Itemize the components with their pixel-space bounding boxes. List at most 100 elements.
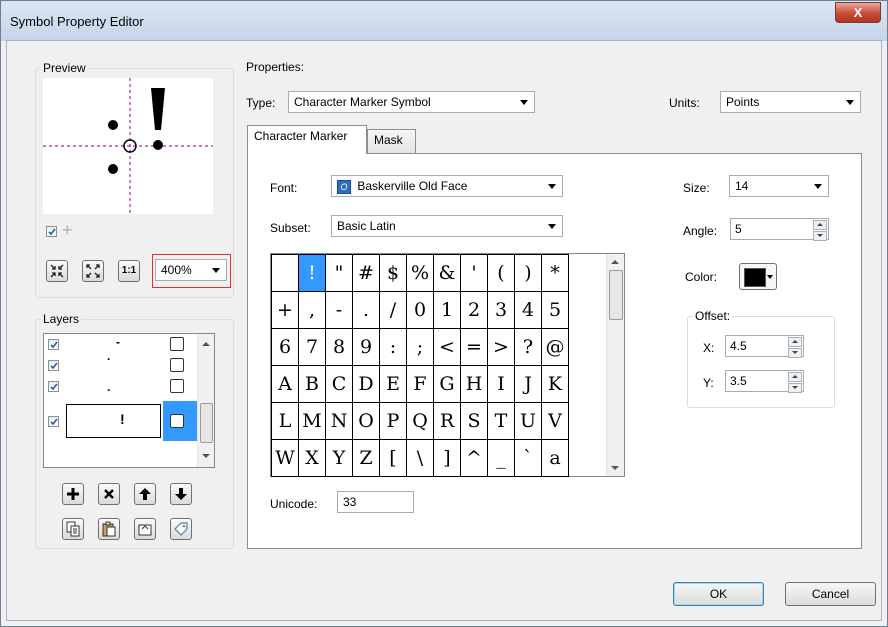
spin-up-button[interactable] (788, 372, 802, 382)
lock-icon[interactable] (170, 414, 184, 428)
character-cell[interactable]: ] (433, 439, 461, 477)
ok-button[interactable]: OK (673, 582, 764, 606)
character-cell[interactable]: C (325, 365, 353, 403)
character-cell[interactable]: @ (541, 328, 569, 366)
lock-icon[interactable] (170, 337, 184, 351)
character-cell[interactable]: 2 (460, 291, 488, 329)
character-cell[interactable]: . (352, 291, 380, 329)
tab-mask[interactable]: Mask (367, 129, 416, 153)
angle-spinner[interactable]: 5 (730, 218, 829, 241)
close-button[interactable]: X (835, 2, 881, 23)
character-cell[interactable]: $ (379, 254, 407, 292)
x-offset-spinner[interactable]: 4.5 (725, 335, 804, 358)
character-cell[interactable]: [ (379, 439, 407, 477)
character-cell[interactable]: O (352, 402, 380, 440)
character-table[interactable]: ! " # $% & '() * +, -./0 1 2 3 4 5 6 7 8 9:; < = >? @ A B C D E F G H… (271, 254, 569, 477)
layer-visibility-checkbox[interactable] (48, 381, 59, 392)
character-cell[interactable]: 1 (433, 291, 461, 329)
character-cell[interactable]: / (379, 291, 407, 329)
scroll-down-icon[interactable] (202, 454, 210, 458)
character-cell[interactable]: V (541, 402, 569, 440)
character-cell[interactable]: W (271, 439, 299, 477)
character-cell[interactable]: J (514, 365, 542, 403)
character-cell[interactable]: % (406, 254, 434, 292)
character-cell[interactable]: \ (406, 439, 434, 477)
character-cell[interactable]: H (460, 365, 488, 403)
expand-button[interactable] (82, 260, 104, 282)
character-cell[interactable]: ) (514, 254, 542, 292)
character-cell[interactable]: _ (487, 439, 515, 477)
tag-layer-button[interactable] (170, 518, 192, 540)
character-cell[interactable]: < (433, 328, 461, 366)
spin-down-button[interactable] (788, 383, 802, 393)
color-picker-button[interactable] (739, 263, 777, 290)
actual-size-button[interactable]: 1:1 (118, 260, 140, 282)
character-cell[interactable]: + (271, 291, 299, 329)
character-cell[interactable] (271, 254, 299, 292)
character-cell[interactable]: Y (325, 439, 353, 477)
copy-layer-button[interactable] (62, 518, 84, 540)
unicode-field[interactable]: 33 (337, 491, 414, 513)
character-cell[interactable]: & (433, 254, 461, 292)
type-select[interactable]: Character Marker Symbol (288, 91, 535, 113)
character-cell[interactable]: , (298, 291, 326, 329)
add-layer-button[interactable] (62, 483, 84, 505)
character-cell[interactable]: 3 (487, 291, 515, 329)
character-cell[interactable]: P (379, 402, 407, 440)
character-cell[interactable]: > (487, 328, 515, 366)
character-cell[interactable]: F (406, 365, 434, 403)
character-cell[interactable]: N (325, 402, 353, 440)
move-layer-up-button[interactable] (134, 483, 156, 505)
character-cell[interactable]: I (487, 365, 515, 403)
lock-icon[interactable] (170, 358, 184, 372)
layers-list[interactable]: - · . ! (43, 333, 215, 468)
character-cell[interactable]: ? (514, 328, 542, 366)
units-select[interactable]: Points (720, 91, 861, 113)
layer-visibility-checkbox[interactable] (48, 416, 59, 427)
spin-down-button[interactable] (788, 348, 802, 358)
preview-checkbox[interactable] (46, 226, 57, 237)
restore-layer-button[interactable] (134, 518, 156, 540)
character-cell[interactable]: ^ (460, 439, 488, 477)
layer-row-selected[interactable]: ! (44, 401, 198, 441)
scrollbar-thumb[interactable] (609, 270, 623, 320)
subset-select[interactable]: Basic Latin (331, 215, 563, 237)
character-cell[interactable]: 4 (514, 291, 542, 329)
character-cell[interactable]: 8 (325, 328, 353, 366)
crosshair-icon[interactable]: + (62, 220, 73, 241)
character-cell[interactable]: E (379, 365, 407, 403)
character-cell[interactable]: 5 (541, 291, 569, 329)
character-cell[interactable]: 7 (298, 328, 326, 366)
layer-row[interactable]: - (44, 334, 198, 355)
character-cell[interactable]: * (541, 254, 569, 292)
move-layer-down-button[interactable] (170, 483, 192, 505)
character-cell[interactable]: S (460, 402, 488, 440)
scroll-up-icon[interactable] (202, 342, 210, 346)
character-cell[interactable]: " (325, 254, 353, 292)
character-cell[interactable]: ; (406, 328, 434, 366)
character-cell[interactable]: K (541, 365, 569, 403)
fit-extent-button[interactable] (46, 260, 68, 282)
character-cell[interactable]: A (271, 365, 299, 403)
remove-layer-button[interactable] (98, 483, 120, 505)
layer-row[interactable]: . (44, 376, 198, 397)
character-cell[interactable]: : (379, 328, 407, 366)
character-cell[interactable]: 0 (406, 291, 434, 329)
character-cell[interactable]: T (487, 402, 515, 440)
character-cell[interactable]: = (460, 328, 488, 366)
character-cell[interactable]: Z (352, 439, 380, 477)
spin-up-button[interactable] (813, 220, 827, 230)
character-cell[interactable]: 9 (352, 328, 380, 366)
size-select[interactable]: 14 (729, 175, 829, 197)
character-cell[interactable]: R (433, 402, 461, 440)
layer-row[interactable]: · (44, 352, 198, 376)
paste-layer-button[interactable] (98, 518, 120, 540)
cancel-button[interactable]: Cancel (785, 582, 876, 606)
character-grid[interactable]: ! " # $% & '() * +, -./0 1 2 3 4 5 6 7 8 9:; < = >? @ A B C D E F G H… (270, 253, 625, 477)
character-grid-scrollbar[interactable] (606, 254, 624, 476)
character-cell[interactable]: ! (298, 254, 326, 292)
character-cell[interactable]: ( (487, 254, 515, 292)
spin-down-button[interactable] (813, 231, 827, 241)
character-cell[interactable]: D (352, 365, 380, 403)
character-cell[interactable]: G (433, 365, 461, 403)
